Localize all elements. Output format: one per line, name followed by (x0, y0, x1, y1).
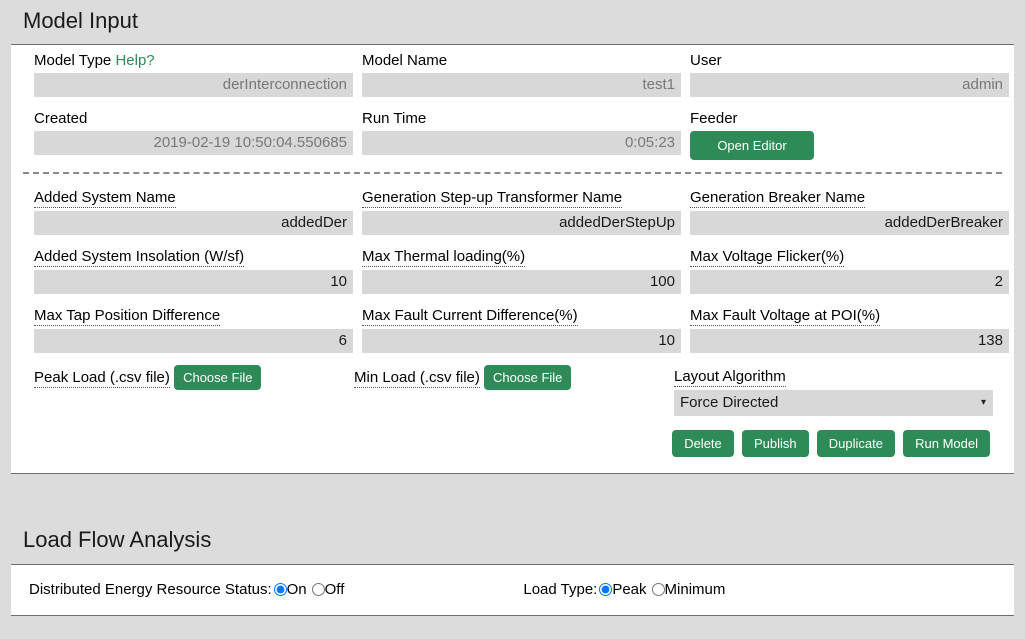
field-label-run-time: Run Time (362, 110, 427, 128)
field-label-max-thermal-loading: Max Thermal loading(%) (362, 248, 526, 268)
max-tap-position-difference-input[interactable] (34, 329, 353, 354)
created-input[interactable] (34, 131, 353, 156)
field-label-peak-load: Peak Load (.csv file) (34, 369, 170, 389)
der-status-option-off-label[interactable]: Off (325, 581, 345, 598)
field-label-added-system-name: Added System Name (34, 189, 176, 209)
generation-breaker-name-input[interactable] (690, 211, 1009, 236)
field-max-fault-current-difference: Max Fault Current Difference(%) (362, 300, 690, 359)
duplicate-button[interactable]: Duplicate (816, 430, 895, 458)
field-added-system-name: Added System Name (34, 182, 362, 241)
run-time-input[interactable] (362, 131, 681, 156)
load-flow-analysis-title: Load Flow Analysis (23, 527, 212, 553)
parameter-row-4: Peak Load (.csv file) Choose File Min Lo… (23, 359, 1002, 422)
field-max-tap-position-difference: Max Tap Position Difference (34, 300, 362, 359)
der-status-radio-on[interactable] (273, 583, 287, 597)
page-title: Model Input (23, 8, 138, 33)
der-status-option-on-label[interactable]: On (287, 581, 307, 598)
model-basic-info-block: Model Type Help? Model Name User Created (11, 45, 1014, 172)
parameter-row-2: Added System Insolation (W/sf) Max Therm… (23, 241, 1009, 300)
parameter-row-3: Max Tap Position Difference Max Fault Cu… (23, 300, 1009, 359)
max-thermal-loading-input[interactable] (362, 270, 681, 295)
field-min-load: Min Load (.csv file) Choose File (354, 359, 674, 422)
layout-algorithm-select[interactable]: Force Directed ▾ (674, 390, 993, 417)
field-label-model-name: Model Name (362, 52, 448, 70)
field-run-time: Run Time (362, 103, 690, 166)
field-label-min-load: Min Load (.csv file) (354, 369, 480, 389)
basic-info-row-1: Model Type Help? Model Name User (11, 45, 1014, 103)
publish-button[interactable]: Publish (741, 430, 809, 458)
field-label-max-tap-position-difference: Max Tap Position Difference (34, 307, 221, 327)
chevron-down-icon: ▾ (980, 397, 986, 409)
field-model-type: Model Type Help? (34, 45, 362, 103)
der-status-group: Distributed Energy Resource Status: On O… (29, 581, 349, 598)
field-label-generation-step-up-transformer-name: Generation Step-up Transformer Name (362, 189, 623, 209)
model-actions-row: Delete Publish Duplicate Run Model (23, 422, 1002, 467)
field-feeder: Feeder Open Editor (690, 103, 1014, 166)
parameter-row-1: Added System Name Generation Step-up Tra… (23, 182, 1009, 241)
load-type-radio-peak[interactable] (599, 583, 613, 597)
label-text-model-type: Model Type (34, 52, 112, 70)
field-label-added-system-insolation: Added System Insolation (W/sf) (34, 248, 245, 268)
load-type-label: Load Type: (523, 581, 598, 599)
field-label-max-voltage-flicker: Max Voltage Flicker(%) (690, 248, 845, 268)
peak-load-choose-file-button[interactable]: Choose File (174, 365, 262, 391)
field-label-generation-breaker-name: Generation Breaker Name (690, 189, 866, 209)
field-peak-load: Peak Load (.csv file) Choose File (34, 359, 354, 422)
user-input[interactable] (690, 73, 1009, 98)
model-type-input[interactable] (34, 73, 353, 98)
layout-algorithm-selected-value: Force Directed (680, 394, 779, 412)
field-label-created: Created (34, 110, 88, 128)
run-model-button[interactable]: Run Model (903, 430, 990, 458)
field-max-thermal-loading: Max Thermal loading(%) (362, 241, 690, 300)
field-user: User (690, 45, 1018, 103)
max-voltage-flicker-input[interactable] (690, 270, 1009, 295)
field-label-layout-algorithm: Layout Algorithm (674, 368, 786, 388)
added-system-insolation-input[interactable] (34, 270, 353, 295)
field-created: Created (34, 103, 362, 166)
field-label-user: User (690, 52, 722, 70)
der-status-label: Distributed Energy Resource Status: (29, 581, 272, 599)
field-layout-algorithm: Layout Algorithm Force Directed ▾ (674, 359, 1002, 422)
field-label-max-fault-current-difference: Max Fault Current Difference(%) (362, 307, 578, 327)
field-label-feeder: Feeder (690, 110, 738, 128)
field-generation-step-up-transformer-name: Generation Step-up Transformer Name (362, 182, 690, 241)
field-max-voltage-flicker: Max Voltage Flicker(%) (690, 241, 1018, 300)
delete-button[interactable]: Delete (672, 430, 734, 458)
field-label-max-fault-voltage-at-poi: Max Fault Voltage at POI(%) (690, 307, 881, 327)
load-type-radio-minimum[interactable] (651, 583, 665, 597)
added-system-name-input[interactable] (34, 211, 353, 236)
load-type-option-peak-label[interactable]: Peak (612, 581, 646, 598)
load-type-group: Load Type: Peak Minimum (523, 581, 730, 598)
max-fault-current-difference-input[interactable] (362, 329, 681, 354)
der-status-radio-off[interactable] (311, 583, 325, 597)
load-flow-analysis-panel: Distributed Energy Resource Status: On O… (11, 563, 1014, 616)
max-fault-voltage-at-poi-input[interactable] (690, 329, 1009, 354)
open-editor-button[interactable]: Open Editor (690, 131, 814, 161)
model-parameters-block: Added System Name Generation Step-up Tra… (23, 172, 1009, 473)
basic-info-row-2: Created Run Time Feeder Open Editor (11, 103, 1014, 166)
field-model-name: Model Name (362, 45, 690, 103)
generation-step-up-transformer-name-input[interactable] (362, 211, 681, 236)
min-load-choose-file-button[interactable]: Choose File (484, 365, 572, 391)
field-max-fault-voltage-at-poi: Max Fault Voltage at POI(%) (690, 300, 1018, 359)
help-link[interactable]: Help? (115, 52, 154, 69)
field-added-system-insolation: Added System Insolation (W/sf) (34, 241, 362, 300)
field-label-model-type: Model Type Help? (34, 51, 352, 70)
model-name-input[interactable] (362, 73, 681, 98)
load-type-option-minimum-label[interactable]: Minimum (665, 581, 726, 598)
model-input-panel: Model Type Help? Model Name User Created (11, 44, 1014, 475)
field-generation-breaker-name: Generation Breaker Name (690, 182, 1018, 241)
